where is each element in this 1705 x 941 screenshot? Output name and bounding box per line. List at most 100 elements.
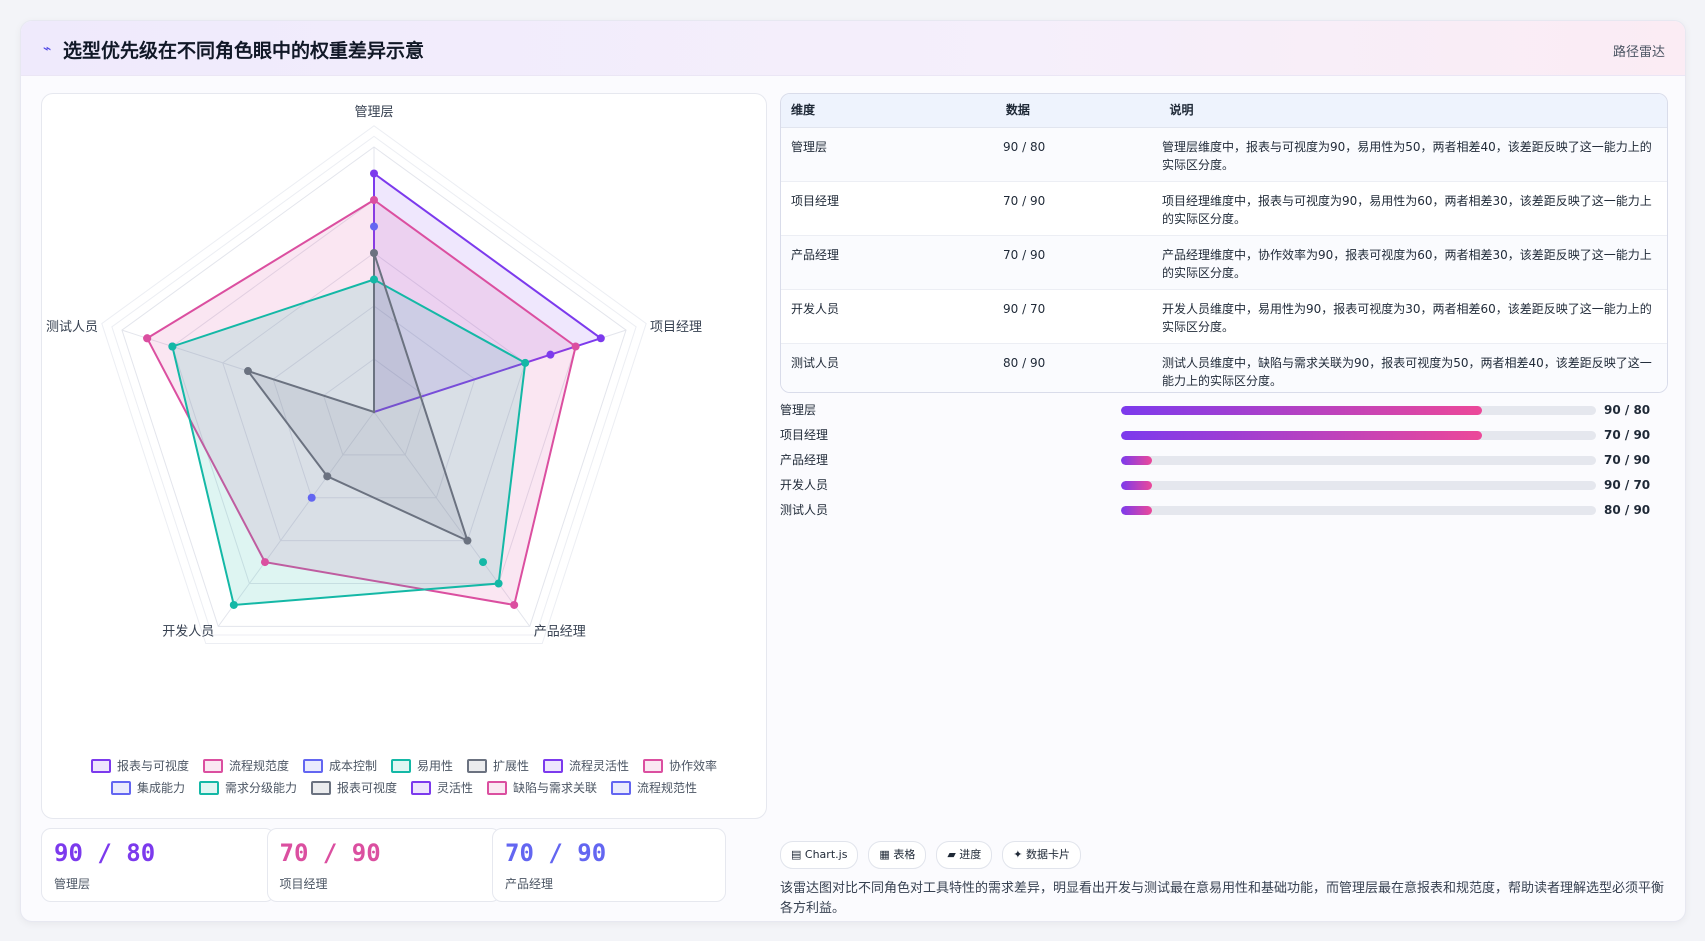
chart-description: 该雷达图对比不同角色对工具特性的需求差异，明显看出开发与测试最在意易用性和基础功… [780,881,1665,916]
progress-value: 90 / 80 [1604,403,1651,417]
cell-data: 70 / 90 [1003,248,1046,262]
radar-data-point [571,342,580,351]
cell-data: 70 / 90 [1003,194,1046,208]
progress-label: 项目经理 [780,428,829,442]
legend-label: 流程灵活性 [569,759,630,773]
progress-fill [1121,481,1152,490]
legend-item[interactable]: 报表与可视度 [90,757,189,774]
legend-label: 灵活性 [437,781,474,795]
line-chart-icon: ⌁ [43,41,52,57]
cell-description: 产品经理维度中，协作效率为90，报表可视度为60，两者相差30，该差距反映了这一… [1162,248,1652,280]
progress-value: 80 / 90 [1604,503,1651,517]
legend-item[interactable]: 流程规范性 [611,779,697,796]
legend-item[interactable]: 缺陷与需求关联 [487,779,597,796]
progress-track [1121,481,1596,490]
progress-fill [1121,431,1482,440]
table-icon: ▦ [879,848,890,861]
sparkle-icon: ✦ [1013,848,1023,861]
cell-description: 开发人员维度中，易用性为90，报表可视度为30，两者相差60，该差距反映了这一能… [1162,302,1652,334]
chip-label: 表格 [893,848,916,861]
legend-swatch [90,758,111,773]
progress-fill [1121,406,1482,415]
main-card: ⌁ 选型优先级在不同角色眼中的权重差异示意 路径雷达 管理层 项目经理 产品经理 开发… [20,20,1686,922]
legend-swatch [467,758,487,773]
radar-data-point [229,600,238,609]
legend-swatch [487,780,508,795]
chip-chart[interactable]: ▤ Chart.js [780,841,859,869]
progress-value: 70 / 90 [1604,453,1651,467]
progress-label: 开发人员 [780,478,829,492]
cell-description: 项目经理维度中，报表与可视度为90，易用性为60，两者相差30，该差距反映了这一… [1162,194,1652,226]
stat-card: 70 / 90 产品经理 [492,828,726,902]
radar-data-point [323,472,332,481]
legend-item[interactable]: 成本控制 [302,757,377,774]
legend-label: 易用性 [416,759,453,773]
legend-label: 流程规范度 [228,759,289,773]
legend-swatch [310,780,331,795]
stat-label: 项目经理 [279,877,328,891]
legend-label: 协作效率 [669,759,718,773]
chip-sparkle[interactable]: ✦ 数据卡片 [1002,841,1082,869]
cell-description: 管理层维度中，报表与可视度为90，易用性为50，两者相差40，该差距反映了这一能… [1162,140,1652,172]
progress-value: 90 / 70 [1604,478,1651,492]
legend-swatch [198,780,219,795]
radar-data-point [168,342,177,351]
cell-data: 80 / 90 [1003,356,1046,370]
legend-item[interactable]: 集成能力 [110,779,185,796]
legend-item[interactable]: 易用性 [390,757,453,774]
radar-data-point [307,493,316,502]
cell-dimension: 测试人员 [791,356,840,370]
progress-row: 测试人员 80 / 90 [780,501,1666,526]
chart-legend: 报表与可视度 流程规范度 成本控制 易用性 扩展性 流程灵活性 协作效率集成能力 需求分级能力… [52,757,756,796]
table-row: 管理层 90 / 80 管理层维度中，报表与可视度为90，易用性为50，两者相差40… [781,128,1667,182]
radar-data-point [143,334,152,343]
progress-value: 70 / 90 [1604,428,1651,442]
legend-swatch [390,758,411,773]
legend-item[interactable]: 需求分级能力 [198,779,297,796]
radar-svg: 管理层项目经理产品经理 开发人员 测试人员 [46,105,702,645]
chip-table[interactable]: ▦ 表格 [868,841,927,869]
radar-data-point [479,558,488,567]
progress-row: 项目经理 70 / 90 [780,426,1666,451]
legend-label: 报表与可视度 [116,759,189,773]
progress-label: 管理层 [780,403,817,417]
cell-dimension: 管理层 [791,140,828,154]
legend-swatch [411,780,431,795]
column-header-description: 说明 [1169,103,1194,117]
cell-description: 测试人员维度中，缺陷与需求关联为90，报表可视度为50，两者相差40，该差距反映… [1162,356,1652,388]
stat-card: 90 / 80 管理层 [41,828,275,902]
progress-icon: ▰ [947,848,956,861]
progress-bars: 管理层 90 / 80 项目经理 70 / 90 产品经理 70 / 90 开发人员 90 /… [780,401,1666,526]
legend-label: 成本控制 [328,759,377,773]
legend-item[interactable]: 报表可视度 [310,779,397,796]
stat-cards: 90 / 80 管理层 70 / 90 项目经理 70 / 90 产品经理 [41,828,765,904]
radar-data-point [370,275,378,284]
stat-value: 70 / 90 [279,839,381,867]
page-title: 选型优先级在不同角色眼中的权重差异示意 [63,40,425,62]
radar-data-point [596,334,605,343]
legend-item[interactable]: 协作效率 [643,757,717,774]
cell-dimension: 开发人员 [791,302,840,316]
radar-data-point [463,536,472,545]
table-row: 项目经理 70 / 90 项目经理维度中，报表与可视度为90，易用性为60，两者相差… [781,182,1667,236]
radar-data-point [546,350,555,359]
chip-progress[interactable]: ▰ 进度 [936,841,993,869]
radar-chart: 管理层 项目经理 产品经理 开发人员 测试人员 报表与可视度 流程规范度 成本控制 易用性 扩展… [41,93,767,819]
progress-row: 产品经理 70 / 90 [780,451,1666,476]
stat-label: 管理层 [54,877,91,891]
radar-data-point [370,169,378,178]
legend-item[interactable]: 灵活性 [411,779,473,796]
radar-data-point [370,196,378,204]
legend-item[interactable]: 扩展性 [467,757,529,774]
legend-label: 集成能力 [136,781,185,795]
legend-swatch [110,780,131,795]
legend-item[interactable]: 流程规范度 [202,757,289,774]
table-row: 开发人员 90 / 70 开发人员维度中，易用性为90，报表可视度为30，两者相差6… [781,290,1667,344]
legend-item[interactable]: 流程灵活性 [543,757,629,774]
legend-label: 流程规范性 [637,781,698,795]
data-table: 维度 数据 说明 管理层 90 / 80 管理层维度中，报表与可视度为90，易用性为… [780,93,1668,393]
progress-fill [1121,506,1152,515]
header-tag: 路径雷达 [1612,45,1665,60]
legend-swatch [643,758,664,773]
progress-fill [1121,456,1152,465]
